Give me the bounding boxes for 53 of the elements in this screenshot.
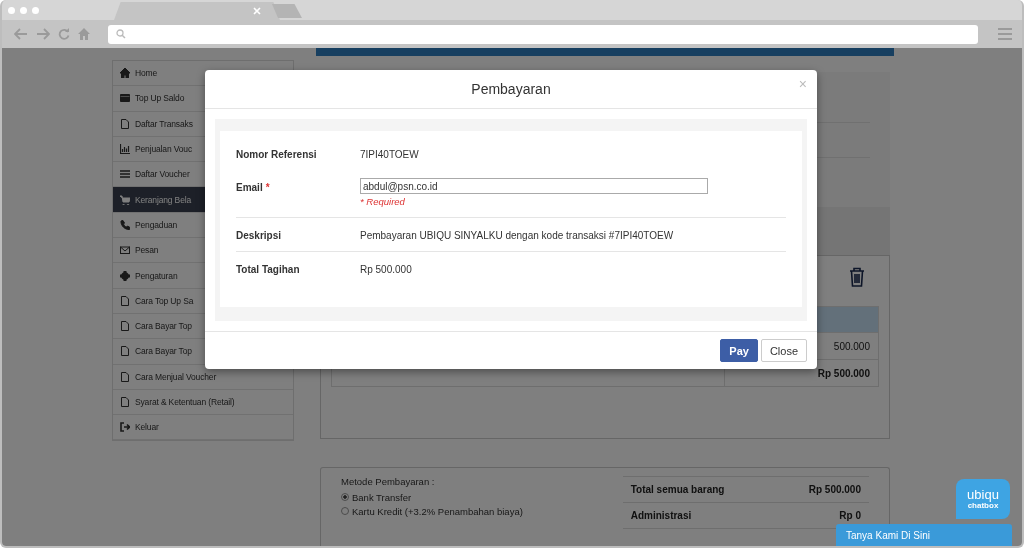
summary-label: Administrasi [630,510,692,521]
close-icon[interactable] [253,7,261,15]
card-icon [120,93,130,104]
field-value: 7IPI40TOEW [360,149,420,160]
cart-icon [120,194,130,205]
window-dot-icon[interactable] [8,6,15,14]
chat-button[interactable]: Tanya Kami Di Sini [836,524,1012,546]
trash-icon[interactable] [849,267,865,287]
doc-icon [120,346,130,357]
payment-option[interactable]: Bank Transfer [341,490,553,504]
list-icon [120,169,130,180]
sidebar-item[interactable]: Syarat & Ketentuan (Retail) [113,389,293,416]
exit-icon [120,422,130,433]
doc-icon [120,295,130,306]
email-field[interactable]: abdul@psn.co.id [360,178,708,194]
phone-icon [120,219,130,230]
forward-icon[interactable] [36,28,50,40]
radio-button[interactable] [341,507,349,515]
new-tab-button[interactable] [272,4,302,18]
sidebar-item[interactable]: Keluar [113,415,293,441]
logo-text: ubiqu [967,488,999,501]
menu-icon[interactable] [998,28,1012,40]
table-cell: Rp 500.000 [817,367,870,379]
table-cell: 500.000 [833,340,870,352]
payment-option[interactable]: Kartu Kredit (+3.2% Penambahan biaya) [341,504,553,518]
field-label: Deskripsi [236,230,282,241]
logo-subtext: chatbox [967,501,999,510]
doc-icon [120,371,130,382]
home-icon[interactable] [78,28,90,40]
mail-icon [120,245,130,256]
payment-method-label: Metode Pembayaran : [341,476,436,487]
summary-value: Rp 0 [839,510,861,521]
error-message: * Required [360,196,406,207]
doc-icon [120,397,130,407]
pay-button[interactable]: Pay [720,339,758,362]
chart-icon [120,144,130,155]
address-bar[interactable] [108,24,978,44]
window-dot-icon[interactable] [20,6,27,14]
field-value: Pembayaran UBIQU SINYALKU dengan kode transaksi #7IPI40TOEW [360,230,675,241]
back-icon[interactable] [14,28,28,40]
summary-value: Rp 500.000 [808,484,861,495]
dialog-title: Pembayaran [471,81,551,97]
reload-icon[interactable] [58,28,70,40]
summary-label: Total semua barang [630,484,725,495]
field-value: Rp 500.000 [360,264,413,275]
home-icon [120,68,130,79]
chat-logo[interactable]: ubiqu chatbox [956,479,1010,519]
radio-button[interactable] [341,493,349,501]
close-button[interactable]: Close [760,339,807,362]
window-dot-icon[interactable] [32,6,39,14]
doc-icon [120,118,130,129]
search-icon [116,29,126,39]
doc-icon [120,321,130,332]
